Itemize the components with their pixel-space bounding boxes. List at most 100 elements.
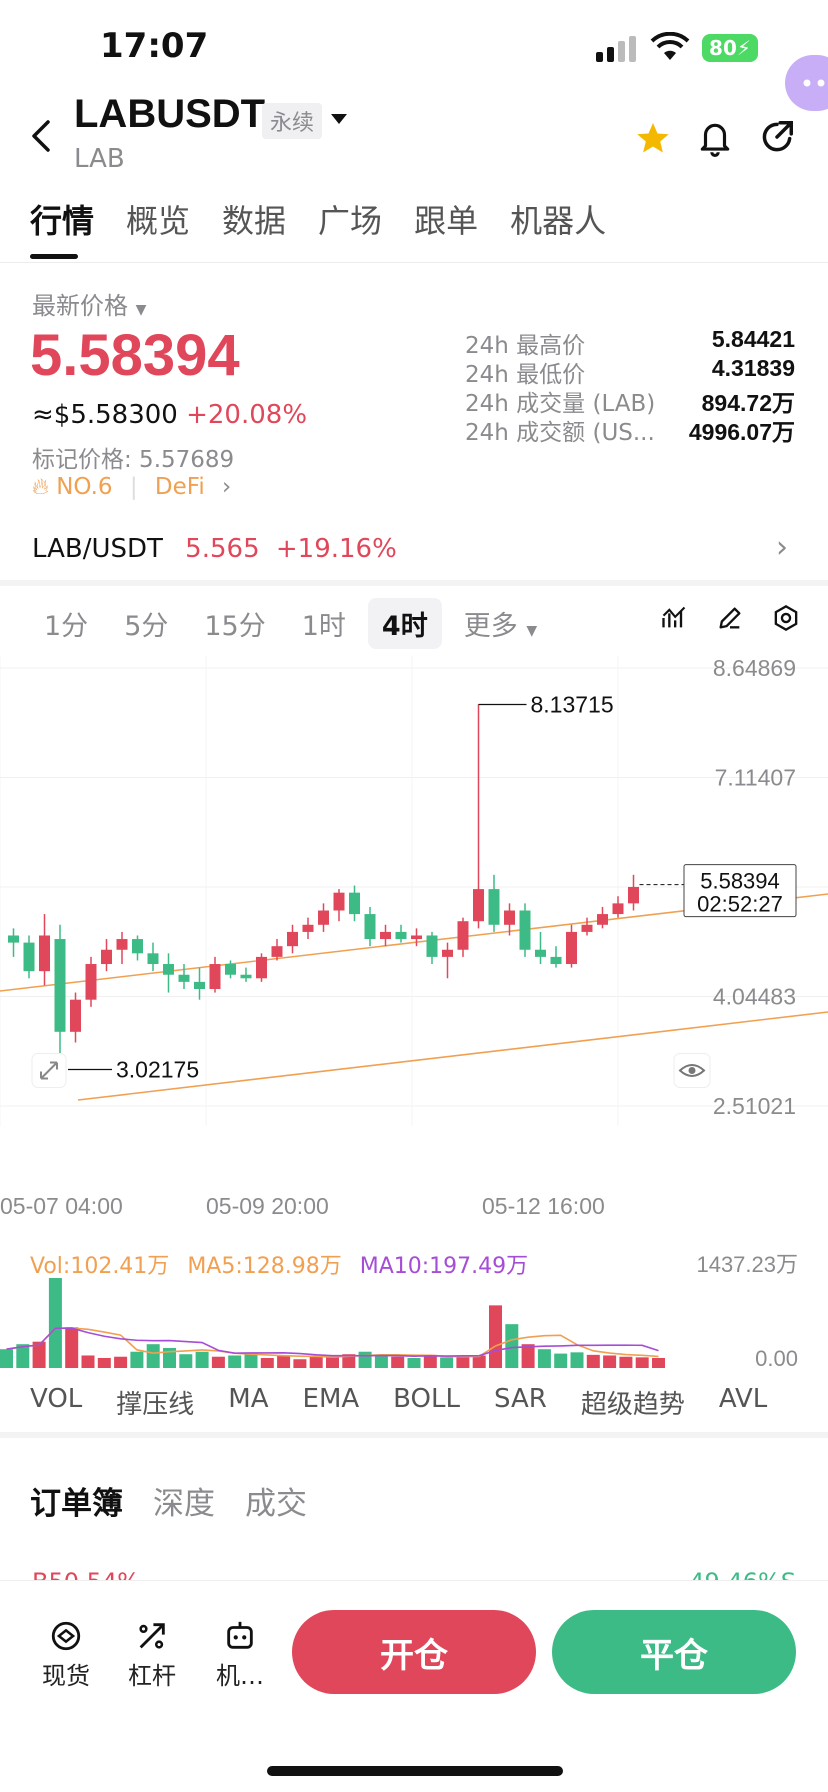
divider [0,580,828,586]
open-position-button[interactable]: 开仓 [292,1610,536,1694]
candle-body [194,981,205,989]
back-button[interactable] [28,118,54,158]
volume-bar [423,1354,437,1368]
share-icon[interactable] [758,118,796,160]
base-asset: LAB [74,144,125,174]
symbol-dropdown-icon[interactable] [330,110,348,129]
wifi-icon [650,31,690,66]
interval-more[interactable]: 更多 ▼ [450,598,551,649]
candle-body [271,946,283,957]
candle-body [442,949,453,957]
candle-body [473,889,484,922]
candle-body [535,949,546,957]
settings-icon[interactable] [772,604,800,632]
expand-icon[interactable] [31,1053,67,1088]
interval-selector: 1分 5分 15分 1时 4时 更多 ▼ [30,598,559,649]
candle-body [54,939,66,1032]
draw-pen-icon[interactable] [716,604,744,632]
price-chart[interactable]: 8.64869 7.11407 4.04483 2.51021 8.13715 3.021… [0,656,828,1226]
chevron-left-icon [32,120,50,152]
tab-bot[interactable]: 机器人 [510,196,606,242]
volume-bar [0,1349,13,1368]
flame-icon: 🔥︎ [32,474,49,500]
candle-body [116,939,128,950]
volume-max-label: 1437.23万 [696,1252,798,1277]
tab-market[interactable]: 行情 [30,196,94,242]
volume-bar [130,1351,144,1368]
candle-body [395,931,407,940]
last-price-tag-value: 5.58394 [700,869,780,894]
close-position-button[interactable]: 平仓 [552,1610,796,1694]
usd-price: ≈$5.58300 [32,400,178,430]
chart-tools [660,604,800,632]
indicator-vol[interactable]: VOL [30,1384,82,1421]
page-title[interactable]: LABUSDT [74,92,265,137]
interval-5m[interactable]: 5分 [110,598,182,649]
contract-type-badge: 永续 [262,103,323,139]
chevron-right-icon[interactable]: › [776,530,788,565]
last-price: 5.58394 [30,323,240,388]
indicator-supertrend[interactable]: 超级趋势 [581,1384,685,1421]
spot-icon [51,1621,81,1651]
candle-body [23,942,35,972]
candle-body [612,903,624,915]
volume-bar [489,1305,502,1368]
candle-body [70,999,81,1032]
candle-body [519,910,531,950]
favorite-star-icon[interactable] [634,120,672,160]
bot-shortcut[interactable]: 机… [200,1616,280,1691]
spot-pair-row[interactable]: LAB/USDT 5.565 +19.16% [32,534,397,564]
candle-body [287,931,298,947]
assistant-bubble[interactable] [785,55,828,111]
last-price-tag[interactable]: 5.5839402:52:27 [683,864,797,918]
interval-1h[interactable]: 1时 [288,598,360,649]
y-tick-label: 2.51021 [713,1093,796,1119]
stat-high: 24h 最高价 5.84421 [465,326,795,359]
x-tick-label: 05-09 20:00 [206,1193,329,1219]
interval-4h[interactable]: 4时 [367,598,442,649]
indicator-avl[interactable]: AVL [719,1384,767,1421]
interval-1m[interactable]: 1分 [30,598,102,649]
leverage-icon [139,1623,165,1649]
tab-depth[interactable]: 深度 [153,1478,215,1523]
indicator-support-resistance[interactable]: 撑压线 [116,1384,194,1421]
volume-bar [65,1327,79,1368]
interval-15m[interactable]: 15分 [190,598,279,649]
tab-data[interactable]: 数据 [222,196,286,242]
tab-copy-trade[interactable]: 跟单 [414,196,478,242]
volume-bar [374,1355,388,1368]
indicator-sar[interactable]: SAR [494,1384,547,1421]
candle-body [209,964,221,989]
indicator-ma[interactable]: MA [228,1384,268,1421]
rank-row[interactable]: 🔥︎ NO.6 | DeFi › [32,474,231,500]
indicator-ema[interactable]: EMA [303,1384,360,1421]
volume-bar [440,1357,454,1368]
candle-body [504,910,515,925]
tab-square[interactable]: 广场 [318,196,382,242]
candle-body [426,935,438,957]
spot-shortcut[interactable]: 现货 [26,1616,106,1691]
tab-orderbook[interactable]: 订单簿 [30,1478,123,1523]
latest-price-selector[interactable]: 最新价格 ▼ [32,286,146,321]
candle-body [333,892,345,911]
leverage-shortcut[interactable]: 杠杆 [112,1616,192,1691]
eye-icon[interactable] [673,1053,711,1088]
volume-bar [391,1356,405,1368]
tab-overview[interactable]: 概览 [126,196,190,242]
volume-bar [48,1278,62,1368]
candle-body [163,964,174,975]
volume-bar [260,1357,274,1368]
divider [0,1432,828,1438]
volume-bar [228,1355,242,1368]
spot-price: 5.565 [185,534,260,564]
volume-bar [277,1355,291,1368]
volume-chart[interactable]: 1437.23万 0.00 [0,1248,828,1372]
bell-icon[interactable] [696,118,734,162]
volume-bar [195,1351,209,1368]
x-tick-label: 05-07 04:00 [0,1193,123,1219]
candle-body [364,914,376,940]
tab-trades[interactable]: 成交 [245,1478,307,1523]
indicator-icon[interactable] [660,604,688,632]
candle-body [132,939,143,954]
indicator-boll[interactable]: BOLL [393,1384,460,1421]
